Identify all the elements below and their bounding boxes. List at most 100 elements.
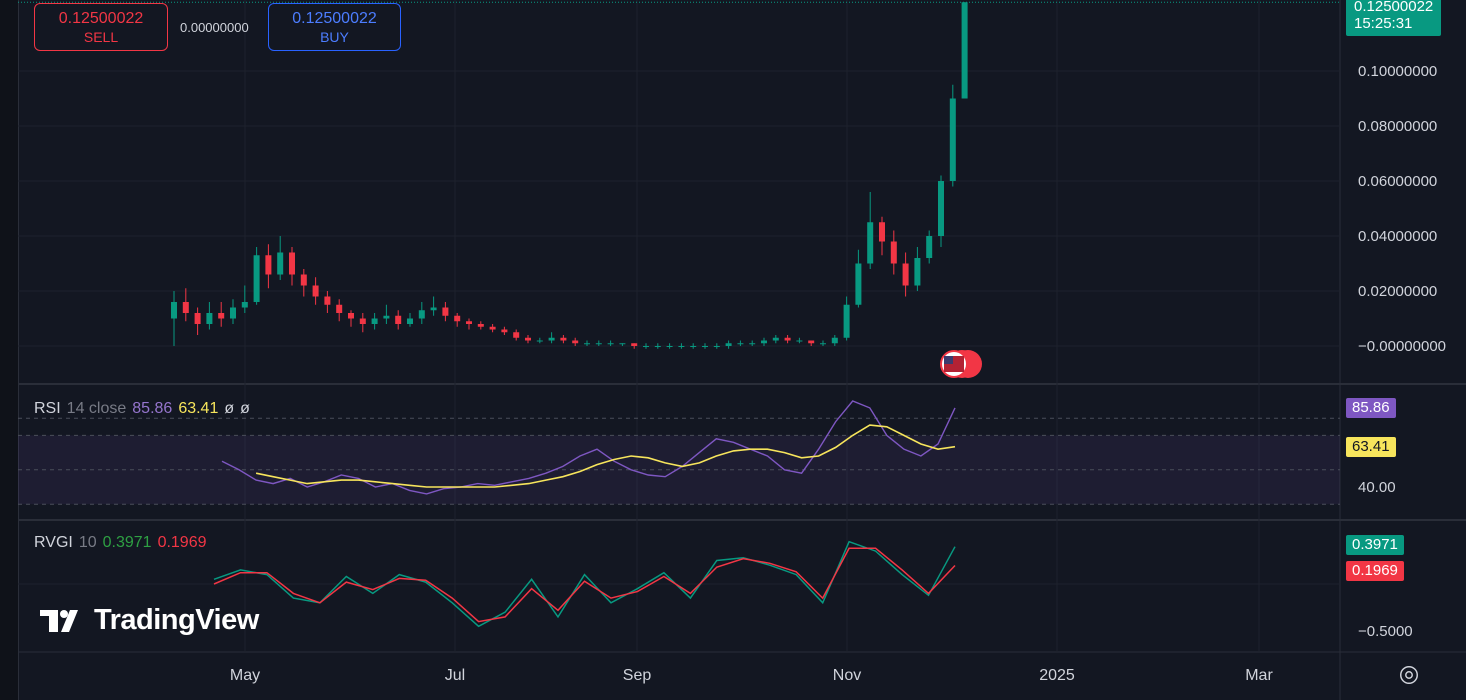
candle-body — [666, 346, 673, 347]
candle-body — [501, 329, 508, 333]
candle-body — [230, 307, 236, 319]
candle-body — [949, 98, 956, 181]
rvgi-price-tag: 0.3971 — [1346, 535, 1404, 555]
price-axis-tick: 0.08000000 — [1358, 118, 1437, 135]
rvgi-params: 10 — [78, 534, 97, 551]
candle-body — [843, 304, 850, 338]
rsi-legend[interactable]: RSI 14 close 85.86 63.41 ø ø — [34, 400, 256, 418]
candle-body — [749, 343, 756, 345]
spread-value: 0.00000000 — [180, 20, 249, 35]
candle-body — [737, 343, 744, 345]
bar-countdown: 15:25:31 — [1354, 15, 1413, 32]
candle-body — [867, 222, 874, 264]
rsi-ma-value: 63.41 — [178, 400, 219, 417]
rsi-title: RSI — [34, 400, 61, 417]
candle-body — [359, 318, 366, 324]
candle-body — [418, 310, 425, 319]
candle-body — [607, 343, 614, 345]
sell-button[interactable]: 0.12500022 SELL — [34, 3, 168, 51]
rvgi-legend[interactable]: RVGI 10 0.3971 0.1969 — [34, 534, 213, 552]
price-axis-tick: 0.10000000 — [1358, 63, 1437, 80]
gear-icon[interactable] — [1398, 664, 1420, 686]
sell-label: SELL — [83, 29, 119, 45]
candle-body — [820, 343, 826, 345]
rsi-params: 14 close — [66, 400, 127, 417]
candle-body — [808, 340, 815, 344]
candle-body — [725, 343, 732, 346]
candle-body — [336, 304, 343, 313]
tradingview-wordmark: TradingView — [94, 604, 259, 636]
candle-body — [855, 263, 862, 305]
candle-body — [371, 318, 378, 324]
rsi-ma-price-tag: 63.41 — [1346, 437, 1396, 457]
chart-canvas[interactable]: 0.10000000 0.08000000 0.06000000 0.04000000… — [0, 0, 1466, 700]
last-price-tag: 0.12500022 15:25:31 — [1346, 0, 1442, 36]
price-axis-tick: 0.02000000 — [1358, 283, 1437, 300]
candle-body — [442, 307, 449, 316]
candle-body — [383, 315, 390, 319]
price-axis-tick: 0.04000000 — [1358, 228, 1437, 245]
candle-body — [831, 337, 838, 344]
candle-body — [961, 2, 968, 99]
candle-body — [796, 340, 803, 342]
time-axis-label: Mar — [1245, 667, 1273, 684]
candle-body — [454, 315, 461, 322]
us-flag-event-icon — [940, 350, 982, 378]
candle-body — [572, 340, 579, 344]
tradingview-logo[interactable]: TradingView — [40, 604, 259, 637]
candle-body — [513, 332, 520, 338]
candle-body — [584, 343, 590, 345]
sell-price: 0.12500022 — [58, 10, 144, 27]
candle-body — [171, 302, 177, 319]
candle-body — [218, 313, 225, 319]
buy-button[interactable]: 0.12500022 BUY — [268, 3, 401, 51]
candle-body — [914, 258, 921, 286]
candle-body — [324, 296, 331, 305]
candle-body — [182, 302, 189, 313]
rsi-price-tag: 85.86 — [1346, 398, 1396, 418]
candle-body — [253, 255, 260, 302]
candle-body — [690, 346, 697, 347]
time-axis-label: 2025 — [1039, 667, 1075, 684]
candle-body — [265, 255, 272, 275]
time-axis-label: Jul — [445, 667, 465, 684]
candle-body — [595, 343, 602, 345]
time-axis-label: Nov — [833, 667, 861, 684]
rvgi-title: RVGI — [34, 534, 73, 551]
candle-body — [938, 181, 944, 236]
price-axis-tick: −0.00000000 — [1358, 338, 1446, 355]
candle-body — [289, 252, 295, 275]
candle-body — [560, 337, 567, 341]
rsi-value: 85.86 — [132, 400, 173, 417]
rsi-axis-tick: 40.00 — [1358, 479, 1396, 496]
candle-body — [312, 285, 319, 297]
rvgi-value: 0.3971 — [102, 534, 152, 551]
candle-body — [772, 337, 779, 341]
buy-price: 0.12500022 — [292, 10, 377, 27]
candle-body — [926, 236, 933, 258]
candle-body — [643, 346, 649, 347]
candle-body — [241, 302, 248, 308]
candle-body — [713, 346, 720, 347]
candle-body — [348, 313, 354, 319]
chart-workspace[interactable]: 0.10000000 0.08000000 0.06000000 0.04000000… — [0, 0, 1466, 700]
candle-body — [619, 343, 626, 345]
candle-body — [631, 343, 638, 346]
candle-body — [407, 318, 413, 324]
candle-body — [525, 337, 531, 341]
candle-body — [761, 340, 767, 344]
candle-body — [489, 326, 496, 330]
time-axis-label: May — [230, 667, 260, 684]
candle-body — [784, 337, 791, 341]
candle-body — [902, 263, 909, 286]
candle-body — [277, 252, 284, 275]
rvgi-signal-price-tag: 0.1969 — [1346, 561, 1404, 581]
rsi-empty-2: ø — [240, 400, 250, 417]
candle-body — [477, 324, 484, 327]
candle-body — [194, 313, 201, 324]
candle-body — [395, 315, 402, 324]
price-axis-tick: 0.06000000 — [1358, 173, 1437, 190]
candle-body — [300, 274, 307, 286]
time-axis-label: Sep — [623, 667, 652, 684]
rsi-empty-1: ø — [224, 400, 235, 417]
